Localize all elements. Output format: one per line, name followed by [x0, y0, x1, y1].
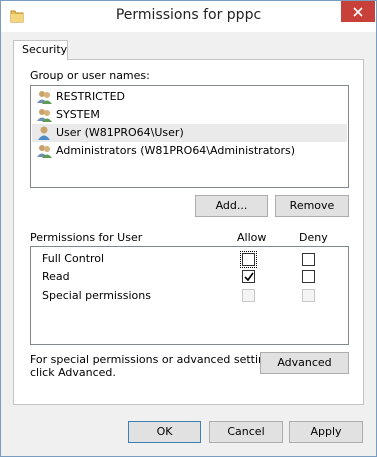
special-deny-checkbox [302, 289, 315, 302]
user-name: User (W81PRO64\User) [56, 126, 184, 139]
add-button[interactable]: Add... [195, 195, 268, 217]
close-button[interactable] [341, 1, 375, 22]
permission-label: Special permissions [42, 289, 151, 302]
list-item[interactable]: Administrators (W81PRO64\Administrators) [32, 142, 347, 160]
read-deny-checkbox[interactable] [302, 270, 315, 283]
read-allow-checkbox[interactable] [242, 270, 255, 283]
permissions-dialog: Permissions for pppc Security Group or u… [0, 0, 377, 457]
group-icon [37, 145, 52, 158]
group-icon [37, 91, 52, 104]
checkmark-icon [244, 272, 254, 282]
users-heading: Group or user names: [30, 69, 150, 82]
advanced-hint-line2: click Advanced. [30, 366, 116, 379]
user-list[interactable]: RESTRICTED SYSTEM User (W81PRO64\User) A… [30, 85, 349, 188]
remove-button[interactable]: Remove [275, 195, 349, 217]
list-item[interactable]: SYSTEM [32, 106, 347, 124]
advanced-hint-line1: For special permissions or advanced sett… [30, 353, 282, 366]
special-allow-checkbox [242, 289, 255, 302]
user-name: RESTRICTED [56, 90, 126, 103]
list-item-selected[interactable]: User (W81PRO64\User) [32, 124, 347, 142]
title-bar[interactable]: Permissions for pppc [1, 1, 376, 32]
group-icon [37, 109, 52, 122]
deny-header: Deny [299, 231, 328, 244]
user-name: SYSTEM [56, 108, 100, 121]
full-control-allow-checkbox[interactable] [240, 251, 257, 268]
list-item[interactable]: RESTRICTED [32, 88, 347, 106]
user-name: Administrators (W81PRO64\Administrators) [56, 144, 296, 157]
apply-button[interactable]: Apply [289, 421, 363, 443]
close-icon [353, 6, 363, 17]
tab-security[interactable]: Security [13, 40, 68, 60]
permissions-heading: Permissions for User [30, 231, 143, 244]
window-title: Permissions for pppc [115, 7, 262, 23]
allow-header: Allow [237, 231, 267, 244]
user-icon [38, 126, 50, 140]
permission-label: Full Control [42, 252, 105, 265]
advanced-button[interactable]: Advanced [260, 352, 349, 374]
full-control-deny-checkbox[interactable] [302, 253, 315, 266]
permissions-list: Full Control Read Special permissions [30, 246, 349, 345]
ok-button[interactable]: OK [128, 421, 201, 443]
cancel-button[interactable]: Cancel [209, 421, 283, 443]
permission-label: Read [42, 270, 70, 283]
